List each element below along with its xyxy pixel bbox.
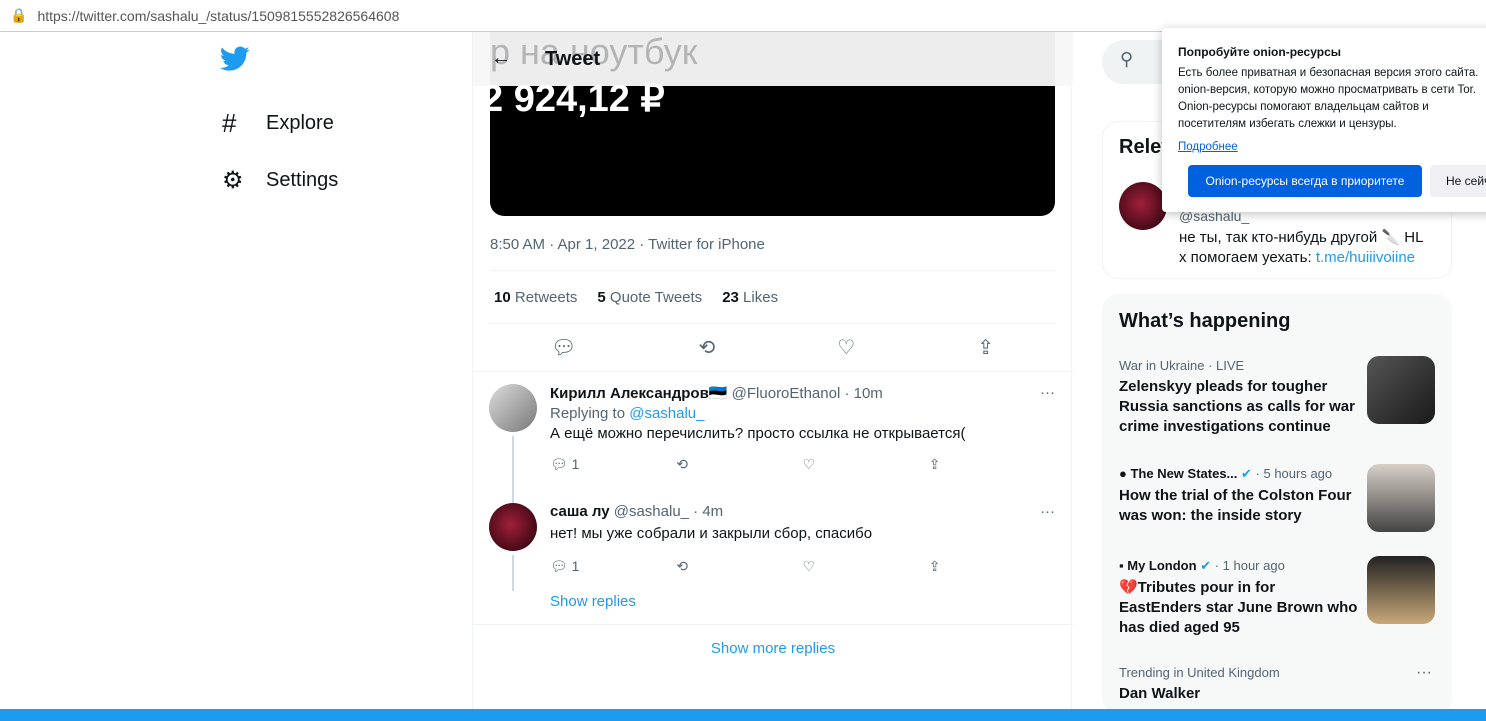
more-icon[interactable]: ··· — [1416, 664, 1432, 682]
search-icon: ⚲ — [1120, 49, 1134, 69]
retweet-icon[interactable]: ⟲ — [698, 335, 715, 360]
hashtag-icon: # — [222, 108, 237, 138]
not-now-button[interactable]: Не сейчас — [1430, 165, 1486, 197]
share-icon[interactable]: ⇪ — [929, 558, 1055, 575]
like-icon[interactable]: ♡ — [803, 456, 929, 473]
reply-tweet[interactable]: саша лу @sashalu_ · 4m ··· нет! мы уже со… — [489, 503, 1059, 623]
tweet-stats: 10 Retweets 5 Quote Tweets 23 Likes — [494, 289, 778, 306]
likes-stat[interactable]: 23 Likes — [722, 289, 778, 306]
tweet-timestamp: 8:50 AM · Apr 1, 2022 · Twitter for iPho… — [490, 236, 765, 253]
quotes-stat[interactable]: 5 Quote Tweets — [597, 289, 702, 306]
reply-icon[interactable]: 💬︎ 1 — [550, 456, 676, 473]
verified-icon: ✔ — [1241, 466, 1252, 481]
share-icon[interactable]: ⇪ — [929, 456, 1055, 473]
gear-icon: ⚙ — [222, 167, 244, 194]
trend-thumbnail — [1367, 556, 1435, 624]
retweet-icon[interactable]: ⟲ — [676, 558, 802, 575]
verified-icon: ✔ — [1200, 558, 1212, 573]
avatar[interactable] — [489, 384, 537, 432]
lock-icon: 🔒 — [10, 7, 28, 23]
learn-more-link[interactable]: Подробнее — [1178, 139, 1486, 156]
like-icon[interactable]: ♡ — [803, 558, 929, 575]
page-title: Tweet — [545, 48, 601, 70]
whats-happening: What’s happening War in Ukraine · LIVE Z… — [1102, 294, 1452, 714]
reply-tweet[interactable]: Кирилл Александров🇪🇪 @FluoroEthanol · 10… — [489, 384, 1059, 510]
share-icon[interactable]: ⇪ — [977, 335, 994, 360]
reply-icon[interactable]: 💬︎ 1 — [550, 558, 676, 575]
retweets-stat[interactable]: 10 Retweets — [494, 289, 577, 306]
onion-priority-button[interactable]: Onion-ресурсы всегда в приоритете — [1188, 165, 1422, 197]
sidebar-item-settings[interactable]: ⚙ Settings — [222, 166, 338, 195]
trend-item[interactable]: Trending in United Kingdom Dan Walker — [1119, 665, 1439, 704]
avatar[interactable] — [1119, 182, 1167, 230]
retweet-icon[interactable]: ⟲ — [676, 456, 802, 473]
twitter-logo[interactable] — [220, 46, 250, 77]
main-column: 2 924,12 ₽ р на ноутбук ← Tweet 8:50 AM … — [472, 32, 1073, 712]
bottom-bar — [0, 709, 1486, 721]
like-icon[interactable]: ♡ — [837, 335, 855, 360]
show-replies-link[interactable]: Show replies — [550, 593, 1055, 610]
back-arrow-icon[interactable]: ← — [491, 47, 511, 70]
trend-thumbnail — [1367, 464, 1435, 532]
more-icon[interactable]: ··· — [1040, 384, 1055, 401]
avatar[interactable] — [489, 503, 537, 551]
reply-icon[interactable]: 💬︎ — [551, 335, 576, 360]
show-more-replies-link[interactable]: Show more replies — [473, 640, 1073, 657]
more-icon[interactable]: ··· — [1040, 503, 1055, 520]
sidebar-item-explore[interactable]: # Explore — [222, 108, 334, 139]
url-text: https://twitter.com/sashalu_/status/1509… — [37, 7, 400, 24]
onion-popup: Попробуйте onion-ресурсы Есть более прив… — [1162, 28, 1486, 212]
trend-thumbnail — [1367, 356, 1435, 424]
